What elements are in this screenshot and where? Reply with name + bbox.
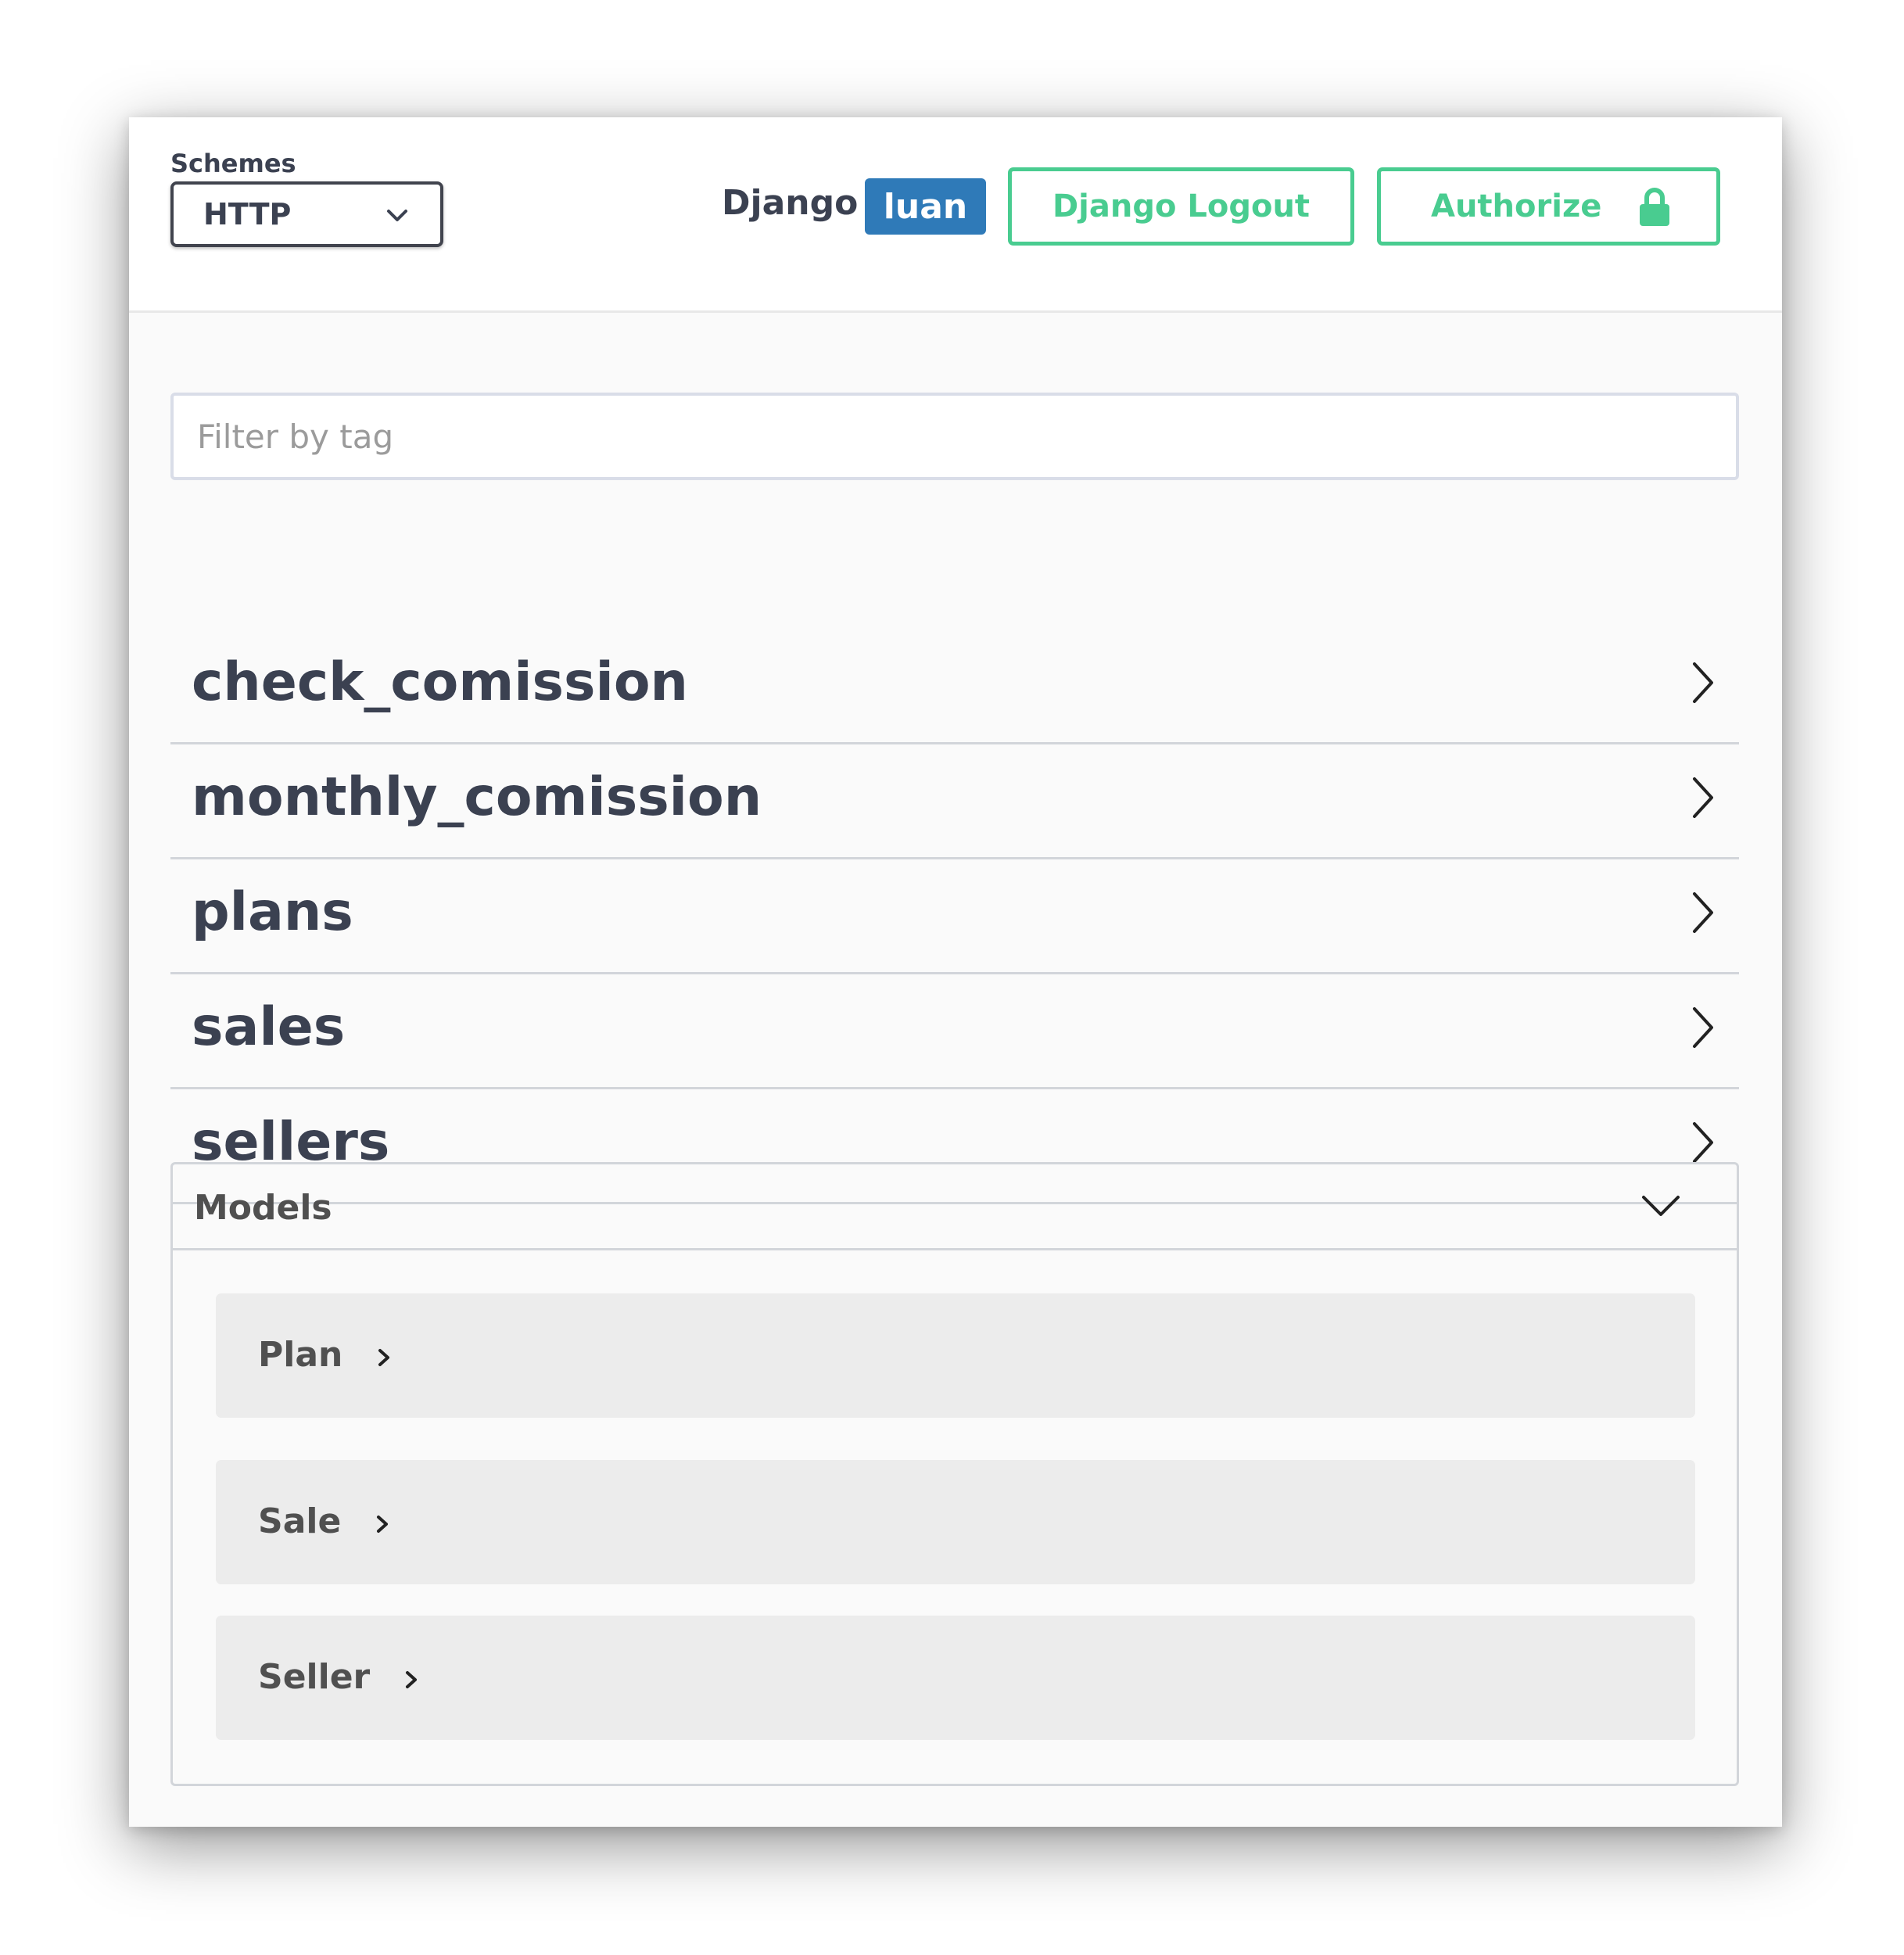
authorize-button[interactable]: Authorize [1377,167,1720,246]
lock-icon [1638,187,1671,235]
chevron-right-icon [404,1659,418,1699]
username-badge: luan [865,178,986,235]
chevron-right-icon [377,1337,391,1377]
tag-section-plans[interactable]: plans [170,859,1739,974]
scheme-container: Schemes HTTP Django luan Django Logout A… [129,117,1782,313]
chevron-right-icon [1690,1121,1715,1168]
tag-section-check-comission[interactable]: check_comission [170,630,1739,744]
tag-title: plans [192,881,353,943]
swagger-window: Schemes HTTP Django luan Django Logout A… [129,117,1782,1827]
model-sale[interactable]: Sale [216,1460,1695,1584]
models-title: Models [194,1188,332,1228]
schemes-select[interactable]: HTTP [170,181,443,247]
chevron-right-icon [1690,891,1715,938]
chevron-down-icon [385,206,409,228]
model-name: Sale [258,1501,342,1541]
models-toggle[interactable]: Models [173,1164,1737,1250]
filter-by-tag-input[interactable] [170,393,1739,480]
chevron-down-icon [1640,1193,1681,1222]
chevron-right-icon [375,1504,389,1544]
django-logout-label: Django Logout [1052,188,1311,224]
chevron-right-icon [1690,776,1715,823]
django-logout-button[interactable]: Django Logout [1008,167,1354,246]
chevron-right-icon [1690,1006,1715,1053]
tag-title: monthly_comission [192,766,762,828]
tag-section-monthly-comission[interactable]: monthly_comission [170,744,1739,859]
model-seller[interactable]: Seller [216,1616,1695,1740]
model-plan[interactable]: Plan [216,1293,1695,1418]
schemes-label: Schemes [170,149,296,178]
django-session-label: Django [722,183,859,223]
authorize-label: Authorize [1431,188,1602,224]
model-name: Plan [258,1335,343,1375]
tag-title: sales [192,996,346,1058]
chevron-right-icon [1690,661,1715,708]
tag-title: check_comission [192,651,688,713]
tag-section-sales[interactable]: sales [170,974,1739,1089]
model-name: Seller [258,1657,371,1697]
models-section: Models Plan Sale Seller [170,1162,1739,1786]
schemes-selected-value: HTTP [203,197,292,231]
